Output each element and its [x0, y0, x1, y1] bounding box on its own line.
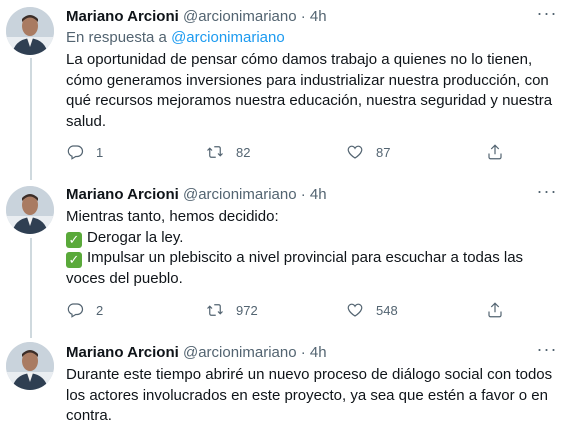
reply-context: En respuesta a @arcionimariano: [66, 28, 559, 48]
author-handle[interactable]: @arcionimariano: [183, 344, 297, 361]
author-name[interactable]: Mariano Arcioni: [66, 186, 179, 203]
tweet-header: Mariano Arcioni @arcionimariano · 4h: [66, 7, 559, 27]
tweet-timestamp[interactable]: 4h: [310, 186, 327, 203]
retweet-count: 82: [236, 144, 251, 160]
avatar[interactable]: [6, 186, 54, 234]
reply-prefix: En respuesta a: [66, 29, 167, 46]
separator-dot: ·: [300, 8, 306, 25]
bullet-text: Impulsar un plebiscito a nivel provincia…: [66, 249, 524, 287]
avatar[interactable]: [6, 7, 54, 55]
like-count: 87: [376, 144, 391, 160]
tweet-text: Mientras tanto, hemos decidido: ✓ Derogar…: [66, 207, 559, 289]
retweet-icon: [207, 304, 223, 316]
like-button[interactable]: 87: [346, 142, 456, 162]
like-count: 548: [376, 302, 398, 318]
retweet-button[interactable]: 972: [206, 300, 316, 320]
share-button[interactable]: [486, 142, 506, 162]
more-icon[interactable]: ···: [535, 182, 559, 205]
check-mark-icon: ✓: [66, 231, 82, 248]
tweet-bullet: ✓ Derogar la ley.: [66, 228, 559, 249]
tweet-text: La oportunidad de pensar cómo damos trab…: [66, 51, 553, 130]
reply-to-link[interactable]: @arcionimariano: [171, 29, 285, 46]
reply-button[interactable]: 1: [66, 142, 176, 162]
more-icon[interactable]: ···: [535, 4, 559, 27]
author-handle[interactable]: @arcionimariano: [183, 186, 297, 203]
tweet-header: Mariano Arcioni @arcionimariano · 4h: [66, 185, 559, 205]
share-icon: [488, 302, 502, 318]
more-icon[interactable]: ···: [535, 340, 559, 363]
retweet-button[interactable]: 82: [206, 142, 316, 162]
reply-icon: [67, 303, 84, 318]
reply-icon: [67, 145, 84, 160]
separator-dot: ·: [300, 344, 306, 361]
reply-button[interactable]: 2: [66, 300, 176, 320]
separator-dot: ·: [300, 186, 306, 203]
tweet[interactable]: Mariano Arcioni @arcionimariano · 4h ···…: [0, 0, 575, 178]
tweet-actions: 1 82 87: [66, 142, 506, 162]
tweet-timestamp[interactable]: 4h: [310, 344, 327, 361]
avatar[interactable]: [6, 342, 54, 390]
check-mark-icon: ✓: [66, 252, 82, 268]
tweet-actions: 2 972 548: [66, 300, 506, 320]
tweet[interactable]: Mariano Arcioni @arcionimariano · 4h ···…: [0, 338, 575, 424]
tweet[interactable]: Mariano Arcioni @arcionimariano · 4h ···…: [0, 180, 575, 338]
retweet-count: 972: [236, 302, 258, 318]
heart-icon: [347, 303, 363, 317]
share-button[interactable]: [486, 300, 506, 320]
like-button[interactable]: 548: [346, 300, 456, 320]
reply-count: 1: [96, 144, 104, 160]
tweet-timestamp[interactable]: 4h: [310, 8, 327, 25]
heart-icon: [347, 145, 363, 159]
reply-count: 2: [96, 302, 104, 318]
bullet-text: Derogar la ley.: [87, 228, 184, 246]
tweet-bullet: ✓ Impulsar un plebiscito a nivel provinci…: [66, 248, 559, 289]
tweet-header: Mariano Arcioni @arcionimariano · 4h: [66, 343, 559, 363]
retweet-icon: [207, 146, 223, 158]
author-name[interactable]: Mariano Arcioni: [66, 8, 179, 25]
author-handle[interactable]: @arcionimariano: [183, 8, 297, 25]
share-icon: [488, 144, 502, 160]
tweet-text: Durante este tiempo abriré un nuevo proc…: [66, 366, 553, 424]
tweet-text-intro: Mientras tanto, hemos decidido:: [66, 208, 279, 225]
author-name[interactable]: Mariano Arcioni: [66, 344, 179, 361]
